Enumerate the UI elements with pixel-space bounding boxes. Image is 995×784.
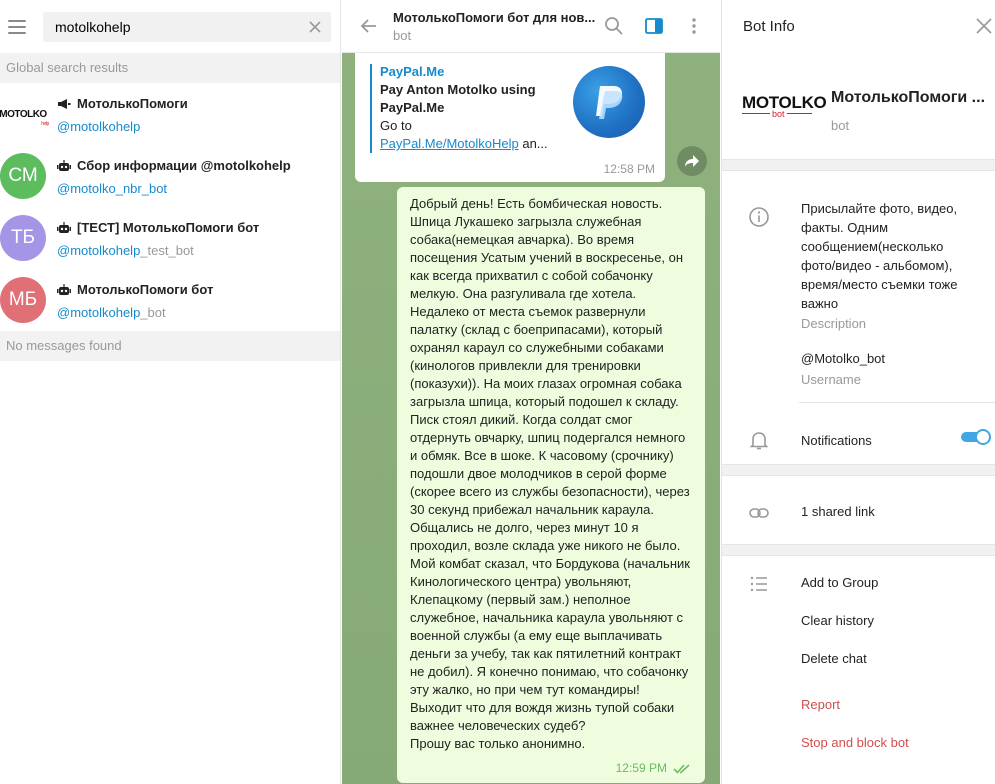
share-icon xyxy=(685,155,699,167)
left-panel: Global search results MOTOLKOhelp Мотоль… xyxy=(0,0,341,784)
result-username-rest: _test_bot xyxy=(140,242,194,258)
search-box xyxy=(43,11,331,42)
info-title: Bot Info xyxy=(743,18,795,35)
avatar: СМ xyxy=(0,153,46,199)
divider xyxy=(722,544,995,556)
report-button[interactable]: Report xyxy=(801,697,840,712)
bot-icon xyxy=(57,159,71,171)
result-name: Сбор информации @motolkohelp xyxy=(77,158,291,173)
message-time: 12:59 PM xyxy=(615,761,667,775)
actions-block: Add to Group Clear history Delete chat R… xyxy=(722,556,995,784)
bot-icon xyxy=(57,221,71,233)
clear-history-button[interactable]: Clear history xyxy=(801,613,874,628)
shared-links-label: 1 shared link xyxy=(801,504,875,519)
divider xyxy=(722,159,995,171)
link-preview-description: Go to PayPal.Me/MotolkoHelp an... xyxy=(380,117,560,153)
share-button[interactable] xyxy=(677,146,707,176)
chat-title[interactable]: МотолькоПомоги бот для нов... xyxy=(393,10,603,25)
avatar: МБ xyxy=(0,277,46,323)
message-meta: 12:59 PM xyxy=(616,761,691,775)
link-preview-suffix: an... xyxy=(518,136,548,151)
link-preview-title: Pay Anton Motolko using PayPal.Me xyxy=(380,82,536,115)
username-label: Username xyxy=(801,372,861,387)
link-preview-prefix: Go to xyxy=(380,118,412,133)
info-details: Присылайте фото, видео, факты. Одним соо… xyxy=(722,171,995,464)
description-label: Description xyxy=(801,316,867,331)
result-username: @motolkohelp xyxy=(57,304,141,320)
message-text: Добрый день! Есть бомбическая новость. Ш… xyxy=(410,196,690,751)
message-bubble: Добрый день! Есть бомбическая новость. Ш… xyxy=(397,187,705,783)
sidebar-toggle-icon[interactable] xyxy=(644,16,664,36)
paypal-logo-icon xyxy=(573,66,645,138)
bot-icon xyxy=(57,283,71,295)
search-result[interactable]: СМ Сбор информации @motolkohelp @motolko… xyxy=(0,145,340,207)
logo-help: help xyxy=(41,120,49,127)
result-username: @motolkohelp xyxy=(57,242,141,258)
stop-block-bot-button[interactable]: Stop and block bot xyxy=(801,735,909,750)
channel-icon xyxy=(58,98,71,109)
result-name: МотолькоПомоги бот xyxy=(77,282,214,297)
bell-icon xyxy=(749,432,769,450)
more-vertical-icon[interactable] xyxy=(684,16,704,36)
chat-subtitle: bot xyxy=(393,27,412,43)
bot-description: Присылайте фото, видео, факты. Одним соо… xyxy=(801,201,958,311)
avatar: ТБ xyxy=(0,215,46,261)
result-username: @motolko_nbr_bot xyxy=(57,180,168,196)
double-check-icon xyxy=(673,763,690,774)
result-username: @motolkohelp xyxy=(57,118,141,134)
message-time: 12:58 PM xyxy=(603,162,655,176)
back-arrow-icon[interactable] xyxy=(359,16,379,36)
search-bar xyxy=(0,0,340,53)
logo-word: MOTOLKO xyxy=(0,108,47,120)
divider xyxy=(722,464,995,476)
motolko-logo: MOTOLKO help xyxy=(0,91,49,137)
shared-links-row[interactable]: 1 shared link xyxy=(722,476,995,544)
link-preview-message: PayPal.Me Pay Anton Motolko using PayPal… xyxy=(355,42,665,182)
chat-panel: МотолькоПомоги бот для нов... bot PayPal… xyxy=(342,0,720,784)
bot-card: MOTOLKO bot МотолькоПомоги ... bot xyxy=(722,53,995,159)
motolko-bot-logo: MOTOLKO bot xyxy=(742,93,827,119)
logo-sub: bot xyxy=(770,109,787,119)
info-header: Bot Info xyxy=(722,0,995,53)
close-icon[interactable] xyxy=(975,17,993,35)
search-icon[interactable] xyxy=(604,16,624,36)
menu-icon[interactable] xyxy=(8,19,26,34)
close-icon[interactable] xyxy=(307,19,323,35)
no-messages-label: No messages found xyxy=(0,331,340,361)
delete-chat-button[interactable]: Delete chat xyxy=(801,651,867,666)
search-result[interactable]: ТБ [ТЕСТ] МотолькоПомоги бот @motolkohel… xyxy=(0,207,340,269)
add-to-group-button[interactable]: Add to Group xyxy=(801,575,878,590)
link-icon xyxy=(749,508,769,518)
list-icon xyxy=(750,576,767,592)
chat-header: МотолькоПомоги бот для нов... bot xyxy=(342,0,720,53)
notifications-toggle[interactable] xyxy=(961,429,991,445)
search-result[interactable]: МБ МотолькоПомоги бот @motolkohelp_bot xyxy=(0,269,340,331)
result-name: [ТЕСТ] МотолькоПомоги бот xyxy=(77,220,260,235)
bot-username[interactable]: @Motolko_bot xyxy=(801,351,885,366)
bot-name: МотолькоПомоги ... xyxy=(831,89,986,106)
search-result[interactable]: MOTOLKO help МотолькоПомоги @motolkohelp xyxy=(0,83,340,145)
result-name: МотолькоПомоги xyxy=(77,96,188,111)
notifications-label: Notifications xyxy=(801,433,872,448)
info-panel: Bot Info MOTOLKO bot МотолькоПомоги ... … xyxy=(721,0,995,784)
search-input[interactable] xyxy=(43,11,293,42)
link-preview-url[interactable]: PayPal.Me/MotolkoHelp xyxy=(380,136,519,151)
info-icon xyxy=(749,207,769,227)
bot-type: bot xyxy=(831,118,850,133)
global-search-header: Global search results xyxy=(0,53,340,83)
result-username-rest: _bot xyxy=(140,304,166,320)
